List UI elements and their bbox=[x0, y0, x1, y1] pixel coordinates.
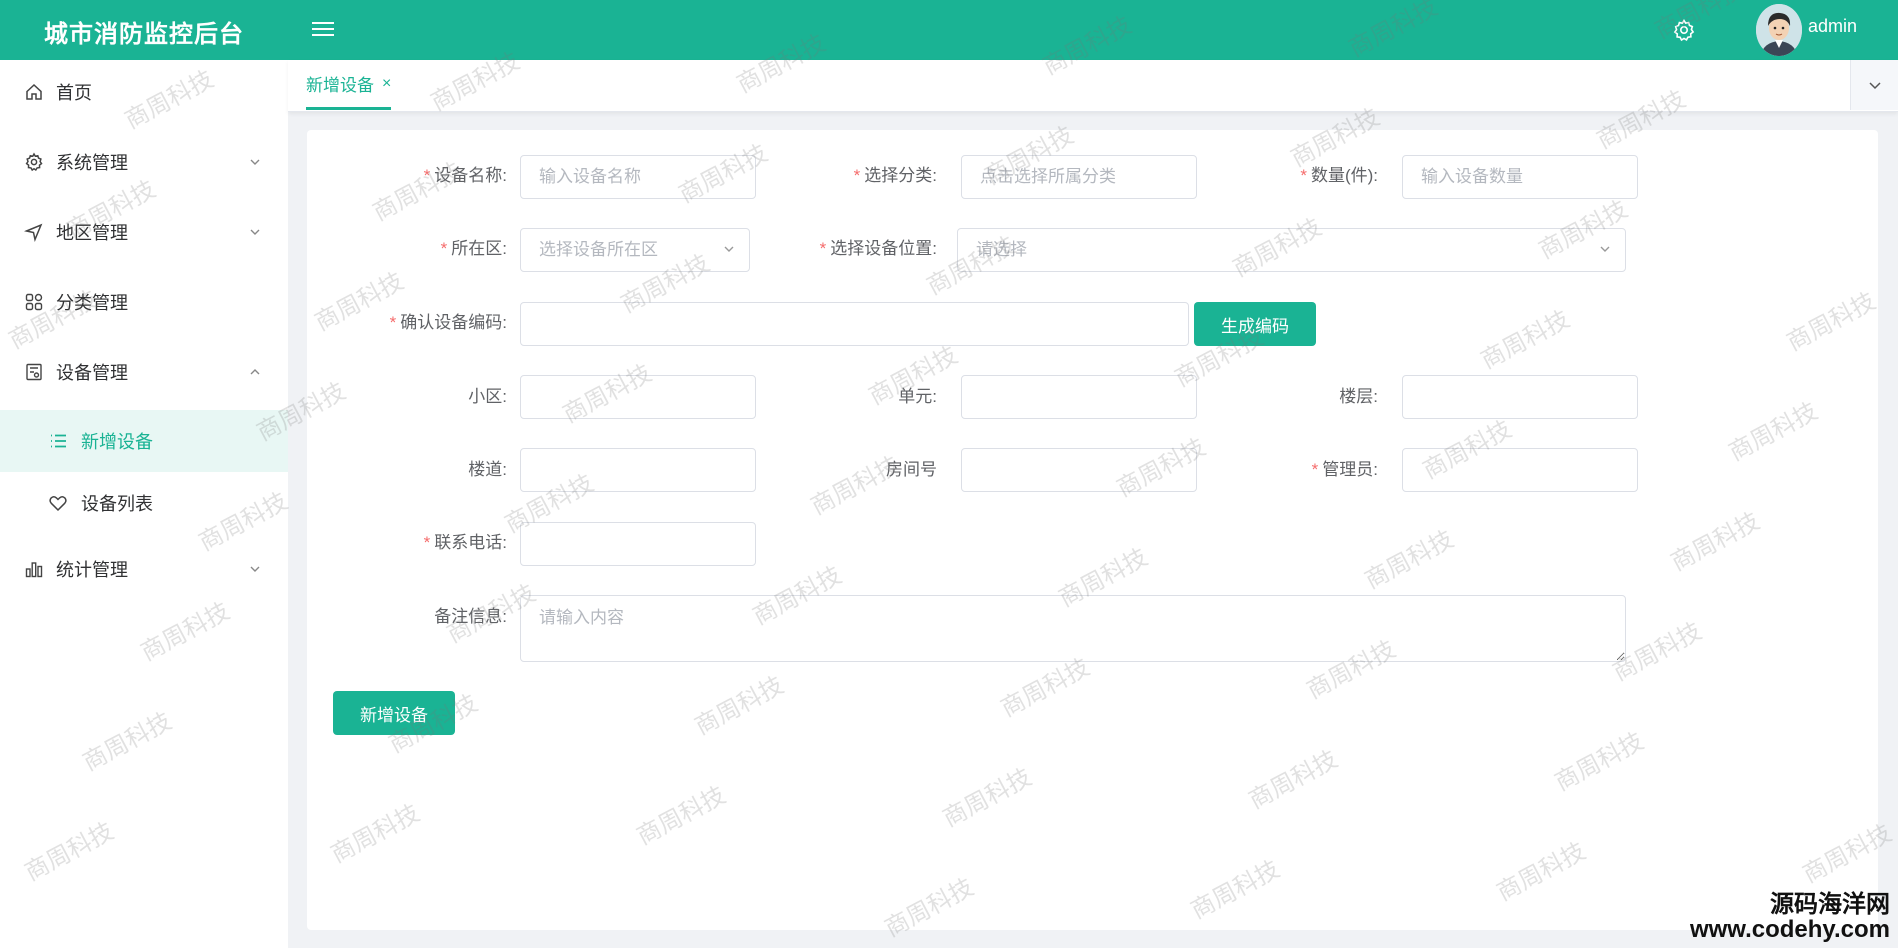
navigation-icon bbox=[24, 223, 43, 242]
sidebar-item-home[interactable]: 首页 bbox=[0, 64, 288, 120]
category-input[interactable] bbox=[961, 155, 1197, 199]
sidebar: 首页 系统管理 地区管理 分类管理 设备管理 新增设备 设备列表 统计管理 bbox=[0, 60, 288, 948]
form-card: *设备名称: *选择分类: *数量(件): *所在区: *选择设备位置: *确认… bbox=[307, 130, 1878, 930]
site-watermark-url: www.codehy.com bbox=[1689, 916, 1890, 943]
grid-icon bbox=[25, 293, 43, 311]
sidebar-item-label: 设备列表 bbox=[81, 494, 153, 514]
hamburger-menu-icon[interactable] bbox=[312, 18, 334, 40]
bar-chart-icon bbox=[25, 562, 43, 578]
sidebar-item-label: 分类管理 bbox=[56, 293, 128, 313]
settings-gear-icon[interactable] bbox=[1672, 18, 1696, 42]
category-label: * 选择分类: bbox=[853, 166, 937, 185]
quantity-label: * 数量(件): bbox=[1300, 166, 1378, 185]
list-icon bbox=[51, 434, 66, 448]
sidebar-item-system[interactable]: 系统管理 bbox=[0, 134, 288, 190]
home-icon bbox=[26, 83, 42, 100]
room-input[interactable] bbox=[961, 448, 1197, 492]
chevron-down-icon bbox=[250, 159, 260, 165]
admin-input[interactable] bbox=[1402, 448, 1638, 492]
phone-label: * 联系电话: bbox=[423, 533, 507, 552]
top-header: 城市消防监控后台 admin bbox=[0, 0, 1898, 60]
floor-label: 楼层: bbox=[1339, 387, 1378, 406]
username[interactable]: admin bbox=[1808, 16, 1857, 37]
district-label: * 所在区: bbox=[440, 239, 507, 258]
unit-input[interactable] bbox=[961, 375, 1197, 419]
generate-code-button[interactable]: 生成编码 bbox=[1194, 302, 1316, 346]
sidebar-item-category[interactable]: 分类管理 bbox=[0, 274, 288, 330]
building-label: 楼道: bbox=[468, 460, 507, 479]
floor-input[interactable] bbox=[1402, 375, 1638, 419]
sidebar-item-label: 统计管理 bbox=[56, 560, 128, 580]
sidebar-item-region[interactable]: 地区管理 bbox=[0, 204, 288, 260]
phone-input[interactable] bbox=[520, 522, 756, 566]
remark-label: 备注信息: bbox=[434, 607, 507, 626]
tab-add-device[interactable]: 新增设备 × bbox=[306, 60, 392, 110]
tab-label: 新增设备 bbox=[306, 76, 374, 95]
device-name-label: * 设备名称: bbox=[423, 166, 507, 185]
code-label: * 确认设备编码: bbox=[389, 313, 507, 332]
quantity-input[interactable] bbox=[1402, 155, 1638, 199]
app-title: 城市消防监控后台 bbox=[44, 21, 244, 48]
user-avatar[interactable] bbox=[1756, 4, 1802, 56]
district-select-input[interactable] bbox=[520, 228, 750, 272]
device-name-input[interactable] bbox=[520, 155, 756, 199]
sidebar-item-label: 地区管理 bbox=[56, 223, 128, 243]
remark-textarea[interactable] bbox=[520, 595, 1626, 662]
heart-icon bbox=[49, 496, 67, 512]
location-select-input[interactable] bbox=[957, 228, 1626, 272]
gear-icon bbox=[25, 152, 43, 172]
sidebar-item-statistics[interactable]: 统计管理 bbox=[0, 541, 288, 597]
sidebar-item-label: 设备管理 bbox=[56, 363, 128, 383]
sidebar-item-add-device[interactable]: 新增设备 bbox=[0, 410, 288, 472]
admin-label: * 管理员: bbox=[1311, 460, 1378, 479]
chevron-down-icon bbox=[250, 229, 260, 235]
sidebar-item-label: 系统管理 bbox=[56, 153, 128, 173]
sidebar-item-device-list[interactable]: 设备列表 bbox=[0, 475, 288, 531]
device-icon bbox=[26, 363, 42, 381]
sidebar-item-device[interactable]: 设备管理 bbox=[0, 344, 288, 400]
sidebar-item-label: 首页 bbox=[56, 83, 92, 103]
chevron-down-icon bbox=[250, 566, 260, 572]
community-input[interactable] bbox=[520, 375, 756, 419]
location-select[interactable] bbox=[957, 228, 1626, 272]
unit-label: 单元: bbox=[898, 387, 937, 406]
site-watermark: 源码海洋网 www.codehy.com bbox=[1690, 892, 1890, 942]
tab-more-button[interactable] bbox=[1850, 60, 1898, 110]
chevron-down-icon bbox=[1869, 82, 1881, 90]
close-icon[interactable]: × bbox=[382, 75, 391, 93]
site-watermark-name: 源码海洋网 bbox=[1770, 891, 1890, 918]
add-device-button[interactable]: 新增设备 bbox=[333, 691, 455, 735]
room-label: 房间号 bbox=[886, 460, 937, 479]
district-select[interactable] bbox=[520, 228, 750, 272]
building-input[interactable] bbox=[520, 448, 756, 492]
device-code-input[interactable] bbox=[520, 302, 1189, 346]
community-label: 小区: bbox=[468, 387, 507, 406]
sidebar-item-label: 新增设备 bbox=[81, 432, 153, 452]
chevron-up-icon bbox=[250, 369, 260, 375]
tab-bar: 新增设备 × bbox=[288, 60, 1898, 112]
location-label: * 选择设备位置: bbox=[819, 239, 937, 258]
